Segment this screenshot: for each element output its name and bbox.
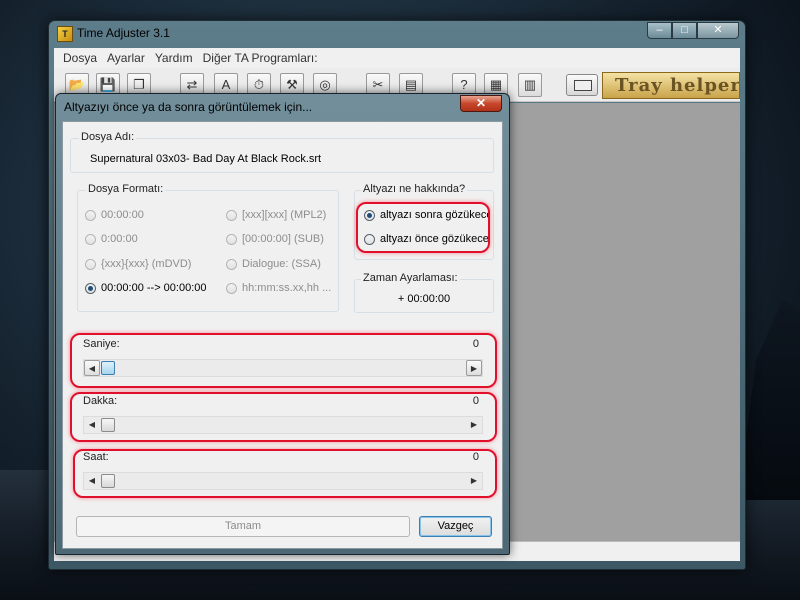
minutes-value: 0 bbox=[472, 395, 479, 407]
file-format-group: Dosya Formatı: 00:00:00 0:00:00 {xxx}{xx… bbox=[77, 183, 339, 312]
seconds-value: 0 bbox=[472, 338, 479, 350]
format-option-mpl2[interactable]: [xxx][xxx] (MPL2) bbox=[226, 209, 326, 221]
seconds-label: Saniye: bbox=[83, 338, 120, 350]
hours-label: Saat: bbox=[83, 451, 109, 463]
minutes-slider-thumb[interactable] bbox=[101, 418, 115, 432]
hours-scrollbar[interactable]: ◀ ▶ bbox=[83, 472, 483, 490]
ok-button[interactable]: Tamam bbox=[76, 516, 410, 537]
scroll-right-icon[interactable]: ▶ bbox=[466, 417, 482, 433]
scroll-right-icon[interactable]: ▶ bbox=[466, 360, 482, 376]
format-option-hms[interactable]: 00:00:00 bbox=[85, 209, 144, 221]
format-option-label: 00:00:00 --> 00:00:00 bbox=[101, 282, 207, 294]
format-option-label: 00:00:00 bbox=[101, 209, 144, 221]
format-option-label: hh:mm:ss.xx,hh ... bbox=[242, 282, 332, 294]
format-option-mdvd[interactable]: {xxx}{xxx} (mDVD) bbox=[85, 258, 191, 270]
radio-circle-selected[interactable] bbox=[85, 282, 96, 294]
format-option-label: Dialogue: (SSA) bbox=[242, 258, 321, 270]
maximize-button[interactable]: □ bbox=[672, 22, 697, 39]
adjustment-value: + 00:00:00 bbox=[397, 293, 451, 305]
file-format-label: Dosya Formatı: bbox=[86, 183, 166, 195]
caption-buttons: – □ ✕ bbox=[647, 22, 739, 40]
radio-circle[interactable] bbox=[85, 209, 96, 221]
format-option-ssa[interactable]: Dialogue: (SSA) bbox=[226, 258, 321, 270]
scroll-left-icon[interactable]: ◀ bbox=[84, 360, 100, 376]
menu-diger-ta-programlari[interactable]: Diğer TA Programları: bbox=[198, 51, 323, 65]
seconds-scrollbar[interactable]: ◀ ▶ bbox=[83, 359, 483, 377]
menu-ayarlar[interactable]: Ayarlar bbox=[102, 51, 150, 65]
format-option-label: [xxx][xxx] (MPL2) bbox=[242, 209, 327, 221]
scroll-left-icon[interactable]: ◀ bbox=[84, 473, 100, 489]
close-button[interactable]: ✕ bbox=[697, 22, 739, 39]
format-option-srt[interactable]: 00:00:00 --> 00:00:00 bbox=[85, 282, 207, 294]
radio-circle[interactable] bbox=[226, 209, 237, 221]
minutes-scrollbar[interactable]: ◀ ▶ bbox=[83, 416, 483, 434]
about-label: Altyazı ne hakkında? bbox=[361, 183, 468, 195]
file-name-group: Dosya Adı: Supernatural 03x03- Bad Day A… bbox=[70, 131, 494, 173]
format-option-hms-short[interactable]: 0:00:00 bbox=[85, 233, 138, 245]
radio-circle[interactable] bbox=[226, 282, 237, 294]
app-icon: T bbox=[57, 26, 73, 42]
menu-dosya[interactable]: Dosya bbox=[58, 51, 102, 65]
file-name-value: Supernatural 03x03- Bad Day At Black Roc… bbox=[90, 153, 322, 165]
cancel-button[interactable]: Vazgeç bbox=[419, 516, 492, 537]
format-option-label: [00:00:00] (SUB) bbox=[242, 233, 324, 245]
main-window-title: Time Adjuster 3.1 bbox=[77, 26, 170, 40]
main-titlebar[interactable]: T Time Adjuster 3.1 – □ ✕ bbox=[49, 21, 745, 47]
scroll-left-icon[interactable]: ◀ bbox=[84, 417, 100, 433]
adjustment-group: Zaman Ayarlaması: + 00:00:00 bbox=[354, 272, 494, 313]
dialog-close-button[interactable]: ✕ bbox=[460, 95, 502, 112]
hours-slider-thumb[interactable] bbox=[101, 474, 115, 488]
menu-yardim[interactable]: Yardım bbox=[150, 51, 198, 65]
dialog-body: Dosya Adı: Supernatural 03x03- Bad Day A… bbox=[62, 121, 503, 549]
adjustment-label: Zaman Ayarlaması: bbox=[361, 272, 460, 284]
radio-circle[interactable] bbox=[226, 258, 237, 270]
format-option-label: {xxx}{xxx} (mDVD) bbox=[101, 258, 192, 270]
radio-circle[interactable] bbox=[85, 258, 96, 270]
format-option-sub[interactable]: [00:00:00] (SUB) bbox=[226, 233, 324, 245]
dialog-title: Altyazıyı önce ya da sonra görüntülemek … bbox=[64, 100, 313, 114]
radio-circle[interactable] bbox=[85, 233, 96, 245]
hours-value: 0 bbox=[472, 451, 479, 463]
chart-file-icon[interactable]: ▥ bbox=[518, 73, 542, 97]
minimize-button[interactable]: – bbox=[647, 22, 672, 39]
menubar: Dosya Ayarlar Yardım Diğer TA Programlar… bbox=[54, 48, 740, 68]
tray-icon[interactable] bbox=[566, 74, 598, 96]
radio-circle[interactable] bbox=[226, 233, 237, 245]
seconds-slider-thumb[interactable] bbox=[101, 361, 115, 375]
minutes-label: Dakka: bbox=[83, 395, 118, 407]
format-option-hhmmss[interactable]: hh:mm:ss.xx,hh ... bbox=[226, 282, 331, 294]
about-highlight bbox=[356, 202, 490, 253]
format-option-label: 0:00:00 bbox=[101, 233, 138, 245]
scroll-right-icon[interactable]: ▶ bbox=[466, 473, 482, 489]
time-shift-dialog: Altyazıyı önce ya da sonra görüntülemek … bbox=[55, 93, 510, 555]
tray-helper-banner[interactable]: Tray helper bbox=[602, 72, 740, 99]
file-name-label: Dosya Adı: bbox=[79, 131, 137, 143]
